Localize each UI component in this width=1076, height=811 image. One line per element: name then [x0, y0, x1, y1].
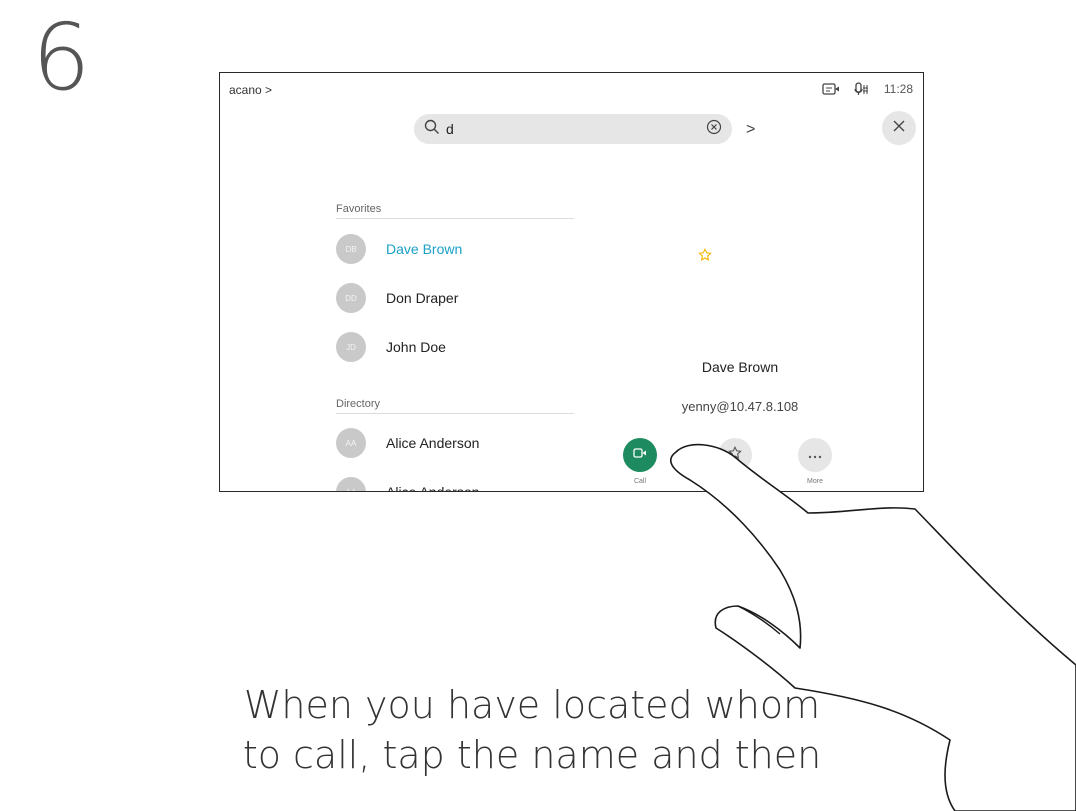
caption-line: to call, tap the name and then	[242, 733, 822, 777]
caption-line: When you have located whom	[243, 683, 821, 727]
instruction-caption: When you have located whom to call, tap …	[152, 680, 912, 780]
